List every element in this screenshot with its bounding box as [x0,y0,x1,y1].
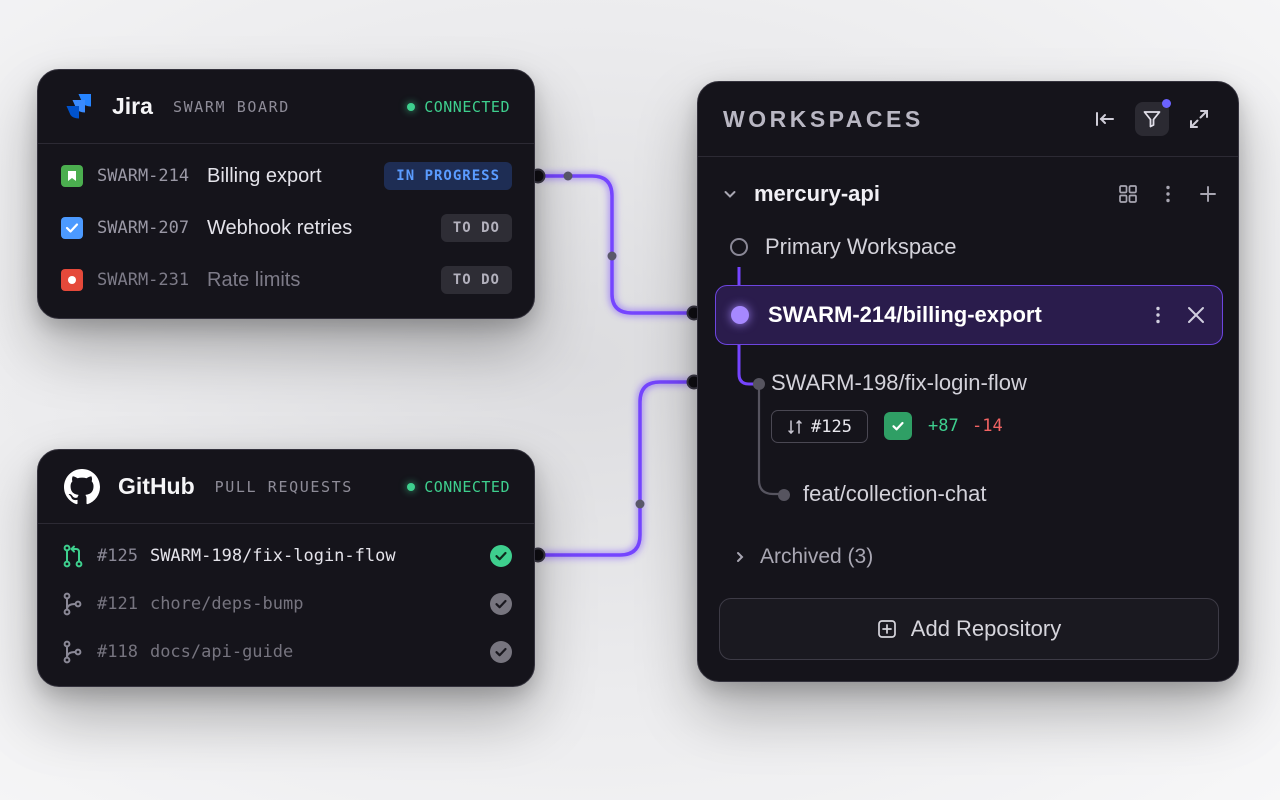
jira-brand: Jira [112,93,153,119]
jira-status: CONNECTED [407,98,510,116]
workspace-more-button[interactable] [1148,305,1168,325]
add-repository-button[interactable]: Add Repository [719,598,1219,660]
more-vertical-icon [1166,185,1170,203]
workspace-item-grandchild[interactable]: feat/collection-chat [803,481,986,507]
workspaces-title: WORKSPACES [723,105,924,132]
jira-card: Jira SWARM BOARD CONNECTED SWARM-214 Bil… [37,69,535,319]
workspace-item-selected[interactable]: SWARM-214/billing-export [715,285,1223,345]
workspace-label: feat/collection-chat [803,481,987,506]
expand-button[interactable] [1182,102,1216,136]
task-icon [61,217,83,239]
issue-title: Billing export [207,164,322,187]
issue-title: Rate limits [207,268,301,291]
github-card: GitHub PULL REQUESTS CONNECTED #125 SWAR… [37,449,535,687]
pr-branch: SWARM-198/fix-login-flow [149,546,396,566]
active-workspace-dot-icon [731,306,749,324]
jira-issue-row[interactable]: SWARM-207 Webhook retries TO DO [38,202,534,254]
connected-dot-icon [407,102,416,111]
repository-row[interactable]: mercury-api [722,174,1218,214]
pull-request-row[interactable]: #121 chore/deps-bump [38,580,534,628]
connected-dot-icon [407,482,416,491]
add-square-icon [877,620,896,638]
github-status-label: CONNECTED [424,477,510,496]
check-merged-icon [490,641,512,663]
filter-active-dot-icon [1162,99,1171,108]
pull-request-row[interactable]: #125 SWARM-198/fix-login-flow [38,532,534,580]
archived-toggle[interactable]: Archived (3) [734,545,873,569]
branch-icon [62,640,84,664]
issue-status-badge: TO DO [440,266,512,294]
github-brand: GitHub [118,473,195,499]
workspace-item-child[interactable]: SWARM-198/fix-login-flow [771,370,1027,396]
issue-status-badge: TO DO [440,214,512,242]
story-icon [61,165,83,187]
pull-request-row[interactable]: #118 docs/api-guide [38,628,534,676]
grid-icon [1119,185,1137,203]
close-workspace-button[interactable] [1186,305,1206,325]
pr-badge-number: #125 [811,416,852,437]
check-merged-icon [490,593,512,615]
repository-name: mercury-api [754,181,880,206]
pr-branch: docs/api-guide [149,642,294,662]
filter-icon [1143,111,1161,128]
pull-request-icon [788,419,802,434]
plus-icon [1200,186,1216,202]
chevron-right-icon [737,552,744,562]
workspace-ring-icon [730,238,748,256]
bug-icon [61,269,83,291]
filter-button[interactable] [1135,99,1171,136]
check-passed-icon [490,545,512,567]
ci-passed-icon [884,412,912,440]
issue-status-badge: IN PROGRESS [384,162,512,190]
github-subtitle: PULL REQUESTS [214,477,353,496]
workspaces-panel: WORKSPACES mercury-api Primary Workspace… [697,81,1239,682]
workspace-label: Primary Workspace [765,234,957,259]
jira-card-header: Jira SWARM BOARD CONNECTED [38,70,534,144]
diff-additions: +87 [928,416,959,436]
issue-key: SWARM-231 [97,270,190,290]
jira-logo-icon [64,92,94,122]
jira-subtitle: SWARM BOARD [172,97,290,116]
pull-request-icon [62,544,84,568]
more-vertical-icon [1156,306,1160,324]
pr-number: #118 [97,642,138,662]
archived-label: Archived (3) [760,545,874,568]
github-connector [538,380,694,557]
chevron-down-icon [724,191,736,198]
pr-branch: chore/deps-bump [149,594,304,614]
issue-key: SWARM-214 [97,166,190,186]
workspace-item-primary[interactable]: Primary Workspace [730,234,957,260]
jira-connector [538,174,694,315]
issue-key: SWARM-207 [97,218,190,238]
add-repository-label: Add Repository [910,616,1062,641]
github-status: CONNECTED [407,478,510,496]
close-icon [1188,307,1204,323]
grid-view-button[interactable] [1118,184,1138,204]
workspaces-header: WORKSPACES [698,82,1238,157]
pr-number: #125 [97,546,138,566]
collapse-sidebar-button[interactable] [1088,102,1122,136]
pr-number: #121 [97,594,138,614]
branch-icon [62,592,84,616]
github-card-header: GitHub PULL REQUESTS CONNECTED [38,450,534,524]
collapse-left-icon [1096,112,1114,126]
pull-request-badge[interactable]: #125 [771,410,868,443]
jira-status-label: CONNECTED [424,97,510,116]
add-workspace-button[interactable] [1198,184,1218,204]
diff-deletions: -14 [972,416,1003,436]
expand-icon [1190,110,1208,128]
github-logo-icon [64,468,100,505]
repository-more-button[interactable] [1158,184,1178,204]
issue-title: Webhook retries [207,216,353,239]
workspace-label: SWARM-214/billing-export [768,302,1042,327]
jira-issue-row[interactable]: SWARM-214 Billing export IN PROGRESS [38,150,534,202]
jira-issue-row[interactable]: SWARM-231 Rate limits TO DO [38,254,534,306]
workspace-label: SWARM-198/fix-login-flow [771,370,1027,395]
